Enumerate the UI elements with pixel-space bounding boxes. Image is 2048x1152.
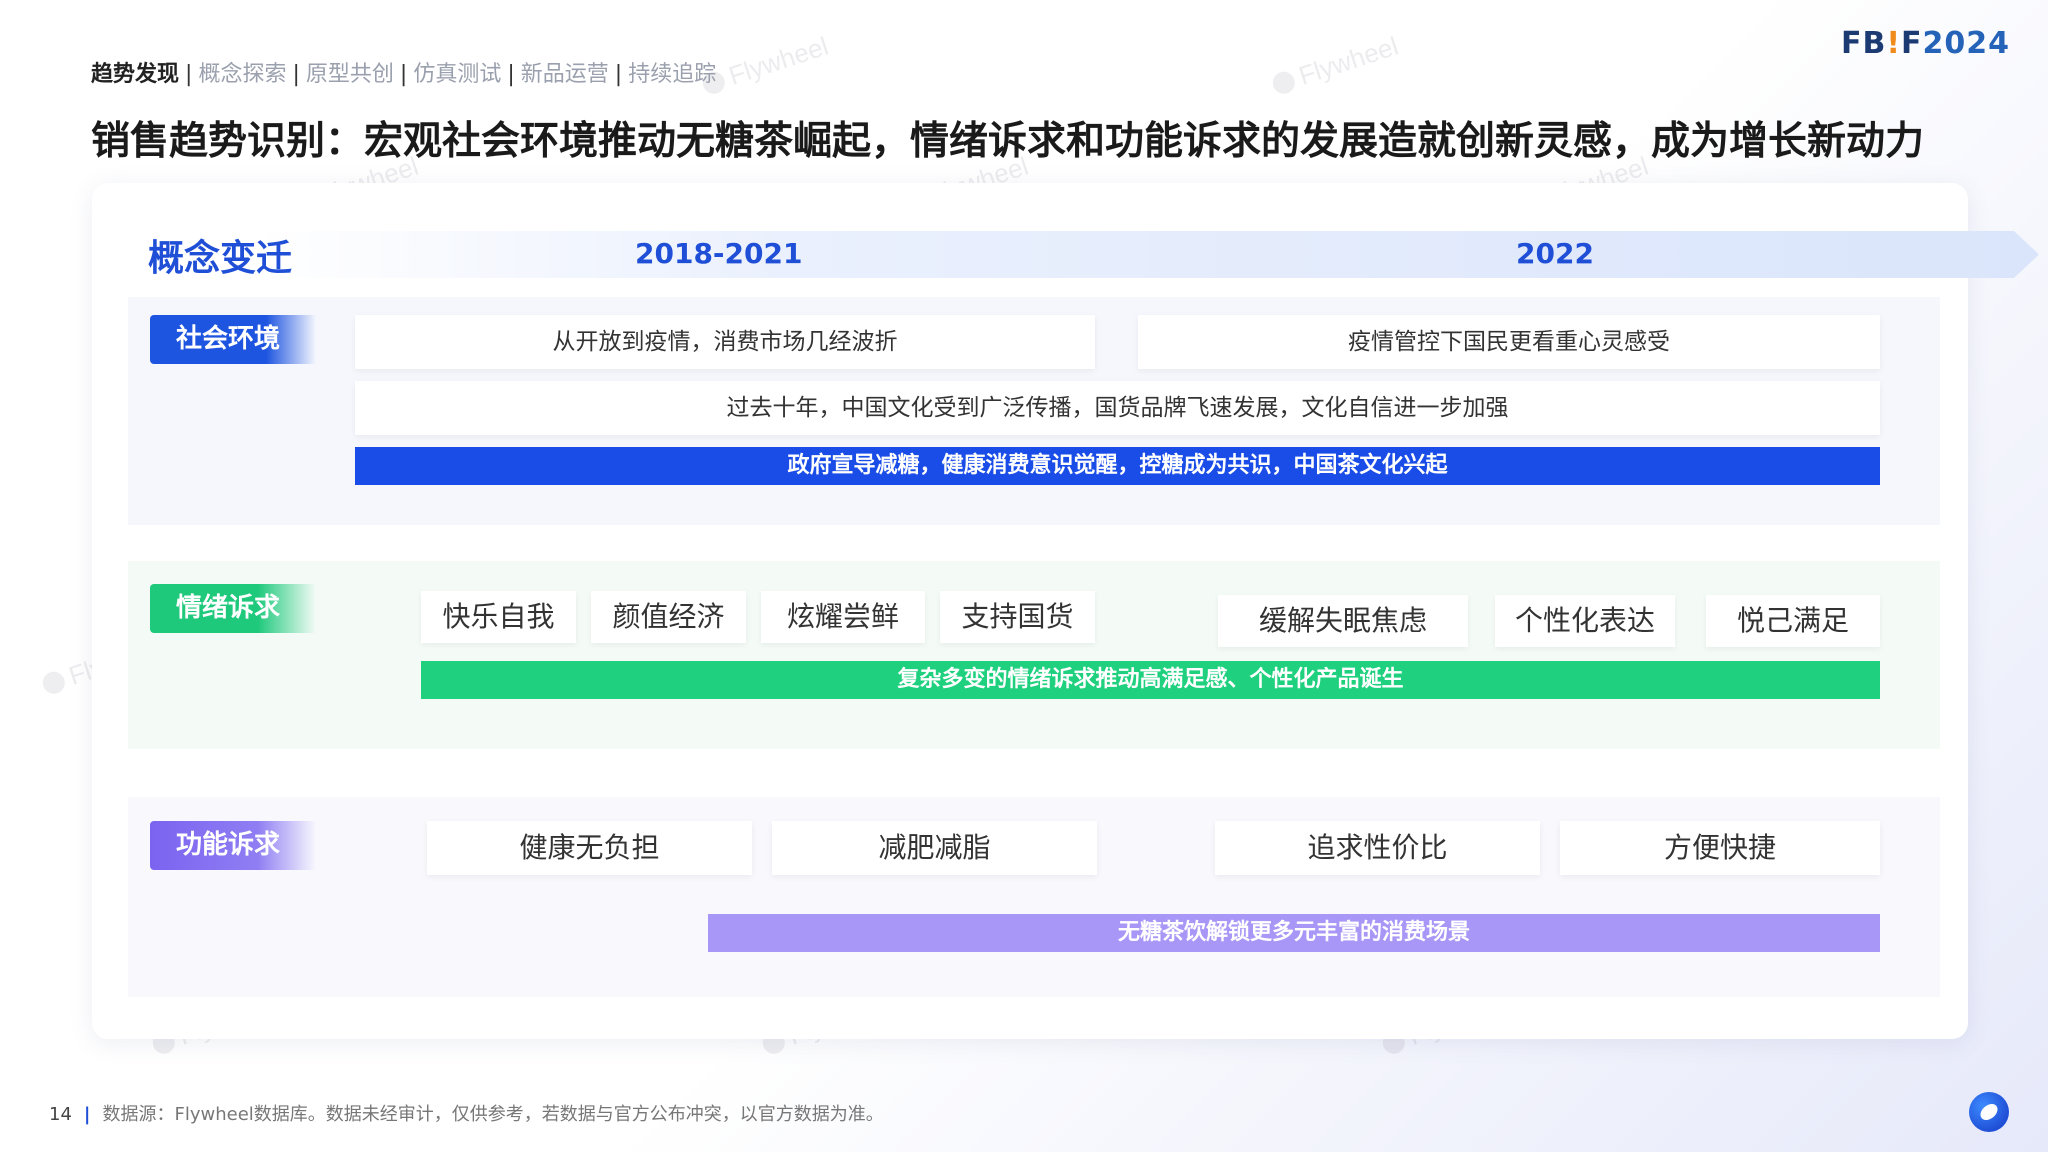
emotion-item: 悦己满足 xyxy=(1706,595,1880,647)
section-tag-social: 社会环境 xyxy=(150,315,316,364)
emotion-item: 炫耀尝鲜 xyxy=(761,591,925,643)
function-item: 健康无负担 xyxy=(427,821,752,875)
timeline-label: 概念变迁 xyxy=(148,238,293,279)
nav-item-trend[interactable]: 趋势发现 xyxy=(91,62,179,87)
brand-logo-year: 2024 xyxy=(1922,26,2010,61)
social-summary-bar: 政府宣导减糖，健康消费意识觉醒，控糖成为共识，中国茶文化兴起 xyxy=(355,447,1880,485)
function-item: 方便快捷 xyxy=(1560,821,1880,875)
emotion-item: 个性化表达 xyxy=(1495,595,1675,647)
brand-logo: FB!F2024 xyxy=(1841,26,2010,61)
breadcrumb-nav: 趋势发现 | 概念探索 | 原型共创 | 仿真测试 | 新品运营 | 持续追踪 xyxy=(91,56,716,88)
nav-item-simulation[interactable]: 仿真测试 xyxy=(413,62,501,87)
nav-separator: | xyxy=(185,62,193,87)
watermark: Flywheel xyxy=(1268,31,1402,101)
content-card: 概念变迁 2018-2021 2022 社会环境 从开放到疫情，消费市场几经波折… xyxy=(92,183,2039,1039)
nav-item-operation[interactable]: 新品运营 xyxy=(521,62,609,87)
page-number: 14 xyxy=(49,1104,72,1125)
social-box-1: 从开放到疫情，消费市场几经波折 xyxy=(355,315,1095,369)
emotion-item: 颜值经济 xyxy=(591,591,746,643)
watermark: Flywheel xyxy=(698,31,832,101)
section-emotional-demand: 情绪诉求 快乐自我 颜值经济 炫耀尝鲜 支持国货 缓解失眠焦虑 个性化表达 悦己… xyxy=(128,561,1940,749)
page-title: 销售趋势识别：宏观社会环境推动无糖茶崛起，情绪诉求和功能诉求的发展造就创新灵感，… xyxy=(91,119,1925,164)
nav-separator: | xyxy=(507,62,515,87)
nav-item-prototype[interactable]: 原型共创 xyxy=(306,62,394,87)
emotion-summary-bar: 复杂多变的情绪诉求推动高满足感、个性化产品诞生 xyxy=(421,661,1880,699)
nav-item-concept[interactable]: 概念探索 xyxy=(198,62,286,87)
nav-separator: | xyxy=(614,62,623,87)
function-summary-bar: 无糖茶饮解锁更多元丰富的消费场景 xyxy=(708,914,1880,952)
brand-logo-text: F xyxy=(1901,26,1923,61)
footer: 14 | 数据源：Flywheel数据库。数据未经审计，仅供参考，若数据与官方公布冲… xyxy=(49,1100,884,1126)
emotion-item: 缓解失眠焦虑 xyxy=(1218,595,1468,647)
function-item: 减肥减脂 xyxy=(772,821,1097,875)
section-functional-demand: 功能诉求 健康无负担 减肥减脂 追求性价比 方便快捷 无糖茶饮解锁更多元丰富的消… xyxy=(128,797,1940,997)
social-box-3: 过去十年，中国文化受到广泛传播，国货品牌飞速发展，文化自信进一步加强 xyxy=(355,381,1880,435)
footer-separator: | xyxy=(83,1104,91,1125)
data-source-note: 数据源：Flywheel数据库。数据未经审计，仅供参考，若数据与官方公布冲突，以… xyxy=(102,1104,884,1125)
period-label-2022: 2022 xyxy=(1516,237,1594,270)
nav-item-tracking[interactable]: 持续追踪 xyxy=(628,62,716,87)
period-label-2018-2021: 2018-2021 xyxy=(635,237,803,270)
function-item: 追求性价比 xyxy=(1215,821,1540,875)
social-box-2: 疫情管控下国民更看重心灵感受 xyxy=(1138,315,1880,369)
flywheel-logo-icon xyxy=(1969,1092,2009,1132)
nav-separator: | xyxy=(399,62,408,87)
brand-logo-mark: ! xyxy=(1886,26,1901,61)
emotion-item: 快乐自我 xyxy=(421,591,576,643)
brand-logo-text: FB xyxy=(1840,26,1887,61)
timeline-arrow-band xyxy=(252,231,2039,278)
section-tag-function: 功能诉求 xyxy=(150,821,316,870)
emotion-item: 支持国货 xyxy=(940,591,1095,643)
section-tag-emotion: 情绪诉求 xyxy=(150,584,316,633)
nav-separator: | xyxy=(292,62,300,87)
section-social-environment: 社会环境 从开放到疫情，消费市场几经波折 疫情管控下国民更看重心灵感受 过去十年… xyxy=(128,297,1940,525)
